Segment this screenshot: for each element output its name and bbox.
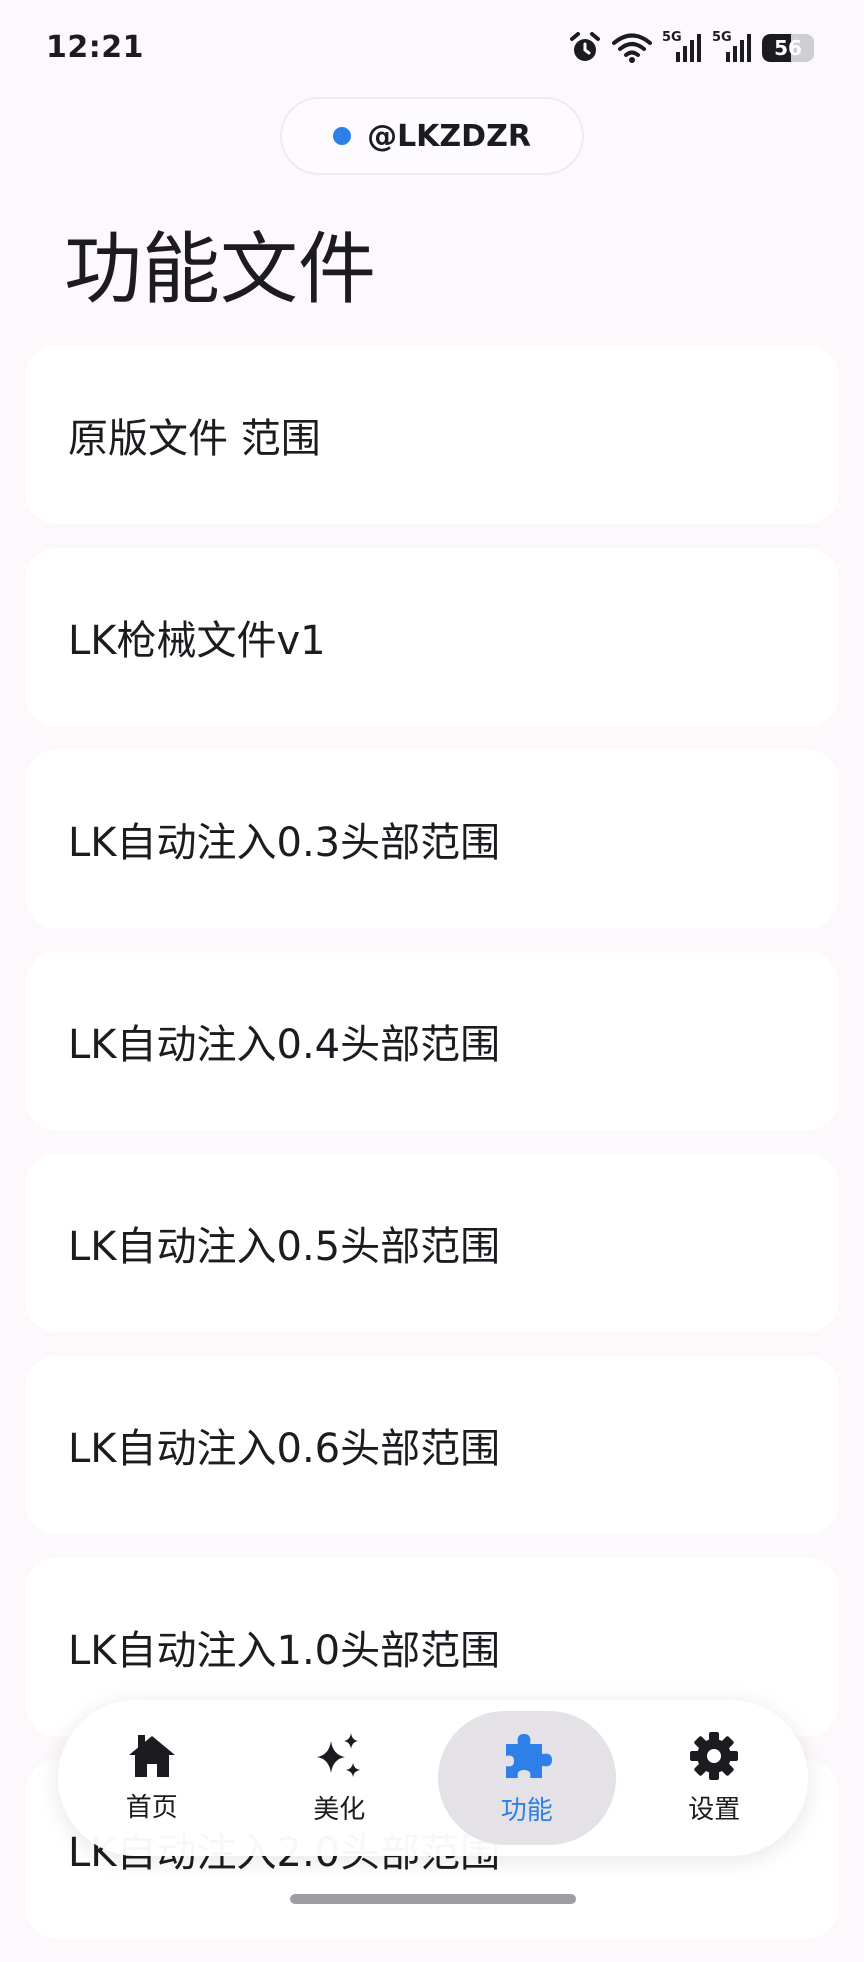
bottom-nav: 首页 美化 功能 设置 (58, 1700, 808, 1856)
puzzle-icon (500, 1730, 554, 1782)
list-item[interactable]: LK枪械文件v1 (26, 548, 838, 726)
list-item[interactable]: LK自动注入0.5头部范围 (26, 1154, 838, 1332)
nav-item-beautify[interactable]: 美化 (250, 1711, 428, 1845)
gear-icon (689, 1731, 739, 1781)
nav-item-features[interactable]: 功能 (437, 1711, 616, 1845)
list-item-label: LK自动注入0.3头部范围 (68, 820, 501, 866)
signal-5g-icon: 5G (712, 30, 752, 64)
nav-item-home[interactable]: 首页 (63, 1711, 241, 1845)
list-item-label: 原版文件 范围 (68, 416, 321, 462)
list-item[interactable]: LK自动注入0.4头部范围 (26, 952, 838, 1130)
nav-label: 首页 (125, 1792, 178, 1823)
home-indicator[interactable] (290, 1894, 576, 1904)
wifi-icon (612, 32, 652, 64)
page-title: 功能文件 (64, 225, 377, 315)
list-item-label: LK自动注入1.0头部范围 (68, 1628, 501, 1674)
sparkle-icon (313, 1731, 365, 1781)
status-dot-icon (333, 127, 352, 145)
list-item[interactable]: LK自动注入0.6头部范围 (26, 1356, 838, 1534)
list-item-label: LK枪械文件v1 (68, 618, 326, 664)
nav-item-settings[interactable]: 设置 (625, 1711, 803, 1845)
list-item-label: LK自动注入0.5头部范围 (68, 1224, 501, 1270)
list-item[interactable]: LK自动注入0.3头部范围 (26, 750, 838, 928)
user-chip[interactable]: @LKZDZR (280, 97, 584, 175)
alarm-icon (568, 31, 602, 65)
signal-5g-icon: 5G (662, 30, 702, 64)
list-item-label: LK自动注入0.6头部范围 (68, 1426, 501, 1472)
battery-level: 56 (774, 36, 802, 60)
battery-icon: 56 (762, 34, 814, 62)
list-item-label: LK自动注入0.4头部范围 (68, 1022, 501, 1068)
home-icon (126, 1733, 178, 1779)
nav-label: 功能 (500, 1795, 553, 1826)
user-name: @LKZDZR (367, 118, 531, 154)
list-item[interactable]: 原版文件 范围 (26, 346, 838, 524)
status-bar: 12:21 5G 5G 56 (0, 0, 864, 96)
status-icons: 5G 5G 56 (568, 28, 814, 68)
nav-label: 设置 (688, 1794, 741, 1825)
status-time: 12:21 (46, 30, 144, 65)
nav-label: 美化 (313, 1794, 366, 1825)
